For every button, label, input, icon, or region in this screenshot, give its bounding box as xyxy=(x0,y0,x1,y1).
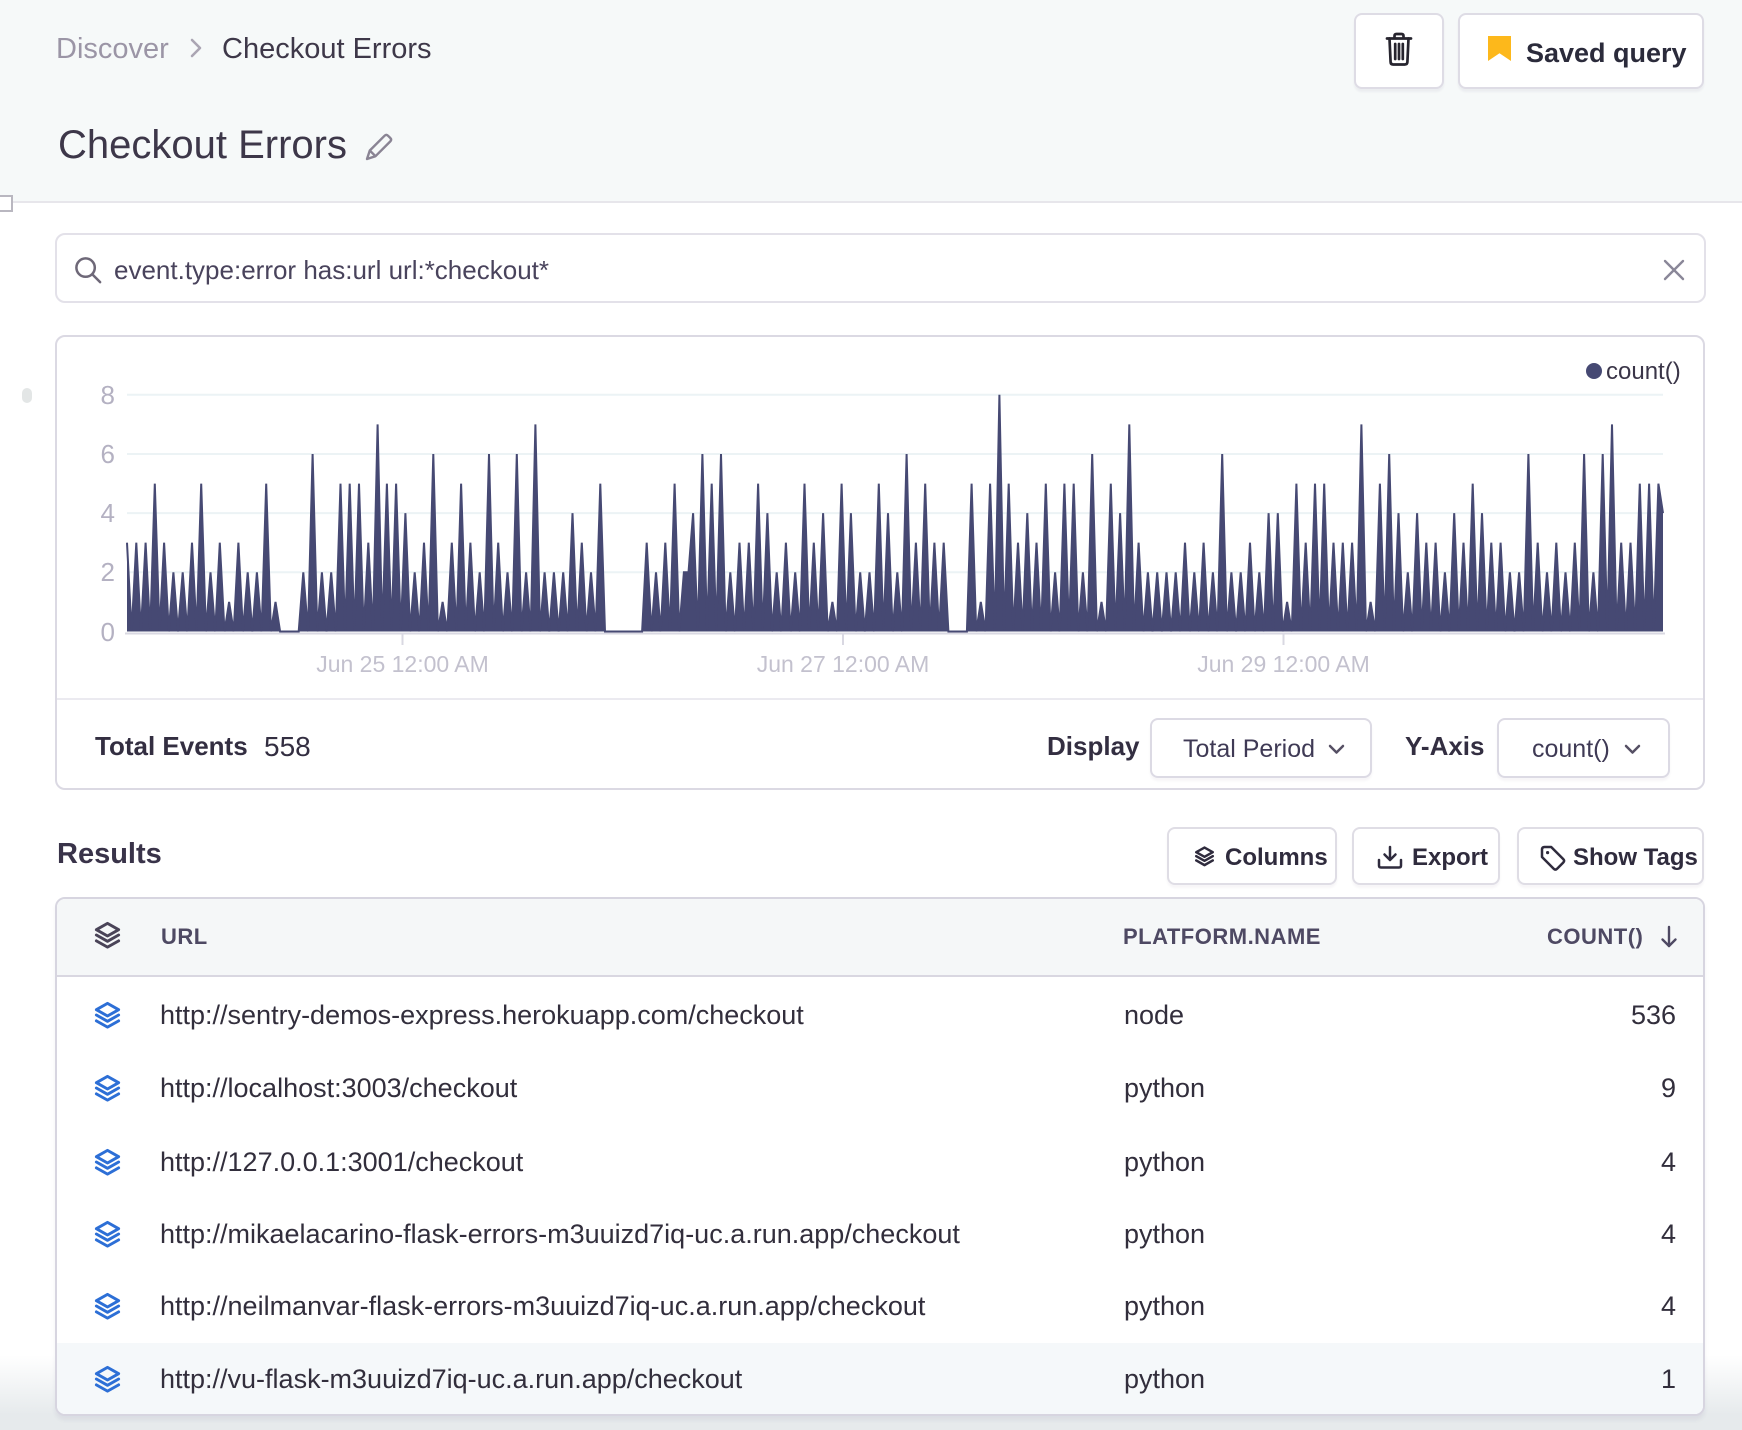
svg-text:Jun 27 12:00 AM: Jun 27 12:00 AM xyxy=(757,651,930,677)
svg-text:4: 4 xyxy=(101,498,115,528)
svg-text:6: 6 xyxy=(101,439,115,469)
svg-text:0: 0 xyxy=(101,617,115,647)
svg-text:Jun 25 12:00 AM: Jun 25 12:00 AM xyxy=(316,651,489,677)
svg-text:count(): count() xyxy=(1606,358,1681,385)
svg-text:Jun 29 12:00 AM: Jun 29 12:00 AM xyxy=(1197,651,1370,677)
svg-text:8: 8 xyxy=(101,380,115,410)
svg-text:2: 2 xyxy=(101,557,115,587)
